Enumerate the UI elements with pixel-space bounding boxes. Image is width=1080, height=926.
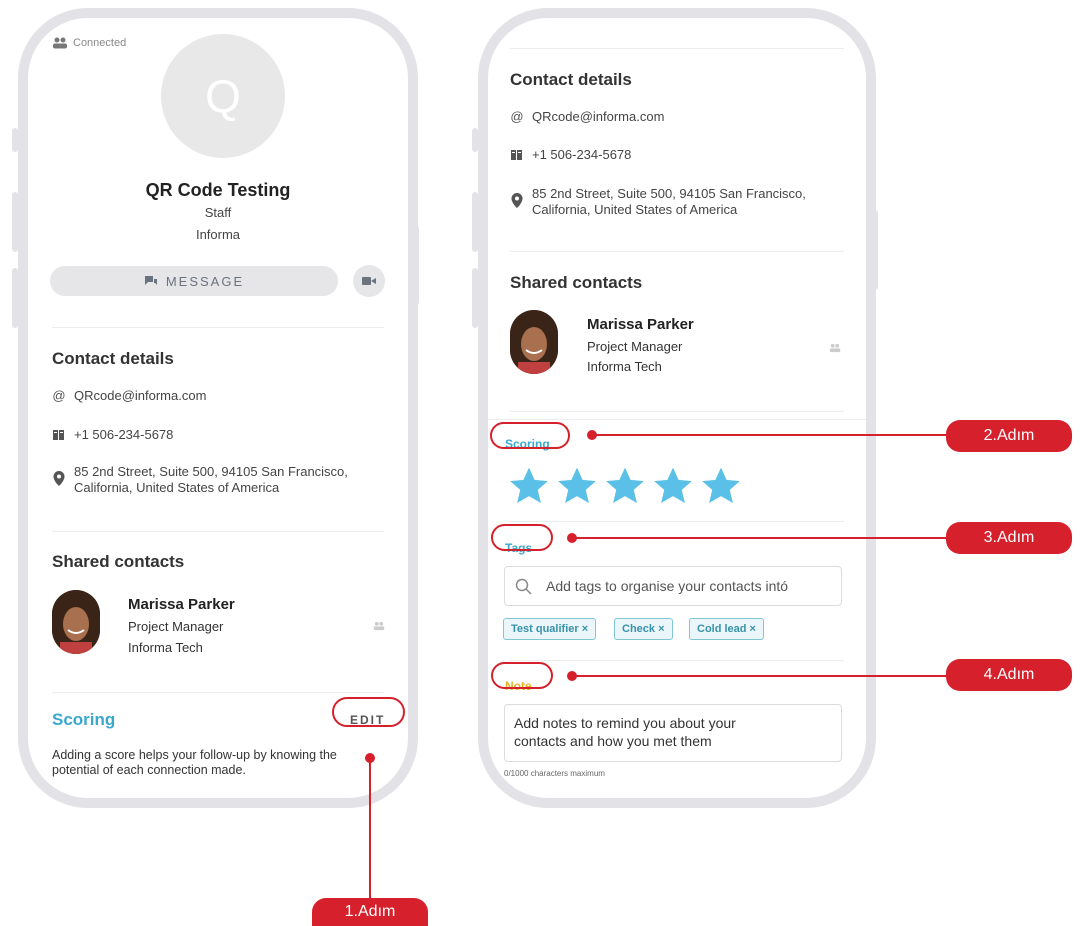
star-icon[interactable] [508,465,550,507]
shared-contact-photo[interactable] [510,310,558,374]
contact-address-line1: 85 2nd Street, Suite 500, 94105 San Fran… [74,464,348,479]
people-icon [52,36,68,50]
shared-contact-title: Project Manager [128,619,224,634]
divider [52,327,384,328]
tag-chip[interactable]: Cold lead × [689,618,764,640]
divider [510,251,844,252]
video-call-button[interactable] [353,265,385,297]
connection-status: Connected [73,37,127,49]
tags-search-input[interactable]: Add tags to organise your contacts intó [504,566,842,606]
shared-contact-title: Project Manager [587,339,683,354]
contact-address-line2: California, United States of America [74,480,280,495]
shared-contact-company: Informa Tech [587,359,662,374]
divider [510,411,844,412]
tags-highlight [491,524,553,551]
note-highlight [491,662,553,689]
divider [510,660,844,661]
star-icon[interactable] [652,465,694,507]
step3-connector [572,537,952,539]
avatar-initial: Q [205,70,241,122]
video-icon [362,276,376,286]
message-button[interactable]: MESSAGE [50,266,338,296]
step2-connector [592,434,952,436]
divider [52,692,384,693]
contact-email[interactable]: QRcode@informa.com [532,109,664,125]
star-rating[interactable] [508,465,758,507]
left-phone-frame: Connected Q QR Code Testing Staff Inform… [18,8,418,808]
tag-chip[interactable]: Check × [614,618,673,640]
search-icon [515,578,532,600]
profile-company: Informa [195,227,241,242]
scoring-highlight [490,422,570,449]
shared-contact-photo[interactable] [52,590,100,654]
phone-icon [52,428,66,442]
divider [510,48,844,49]
people-icon[interactable] [372,620,386,632]
scoring-title: Scoring [52,710,116,729]
scoring-description-line2: potential of each connection made. [52,763,246,777]
note-placeholder-line1: Add notes to remind you about your [514,715,736,731]
contact-phone[interactable]: +1 506-234-5678 [532,147,631,163]
step3-badge: 3.Adım [946,522,1072,554]
shared-contact-company: Informa Tech [128,640,203,655]
location-pin-icon [510,192,524,208]
shared-contacts-title: Shared contacts [510,273,643,292]
star-icon[interactable] [604,465,646,507]
contact-address-line1: 85 2nd Street, Suite 500, 94105 San Fran… [532,186,806,201]
tags-placeholder: Add tags to organise your contacts intó [546,578,789,594]
edit-highlight [332,697,405,727]
message-icon [144,275,158,288]
contact-email[interactable]: QRcode@informa.com [74,388,206,404]
star-icon[interactable] [700,465,742,507]
shared-contact-name[interactable]: Marissa Parker [128,596,235,613]
profile-role: Staff [204,205,232,220]
divider [510,521,844,522]
at-icon: @ [510,108,524,124]
profile-name: QR Code Testing [145,180,291,200]
step1-connector [369,758,371,900]
step2-badge: 2.Adım [946,420,1072,452]
at-icon: @ [52,387,66,403]
contact-address-line2: California, United States of America [532,202,738,217]
phone-icon [510,148,524,162]
contact-phone[interactable]: +1 506-234-5678 [74,427,173,443]
note-textarea[interactable]: Add notes to remind you about your conta… [504,704,842,762]
divider [488,419,866,420]
message-button-label: MESSAGE [165,273,245,289]
char-limit: 0/1000 characters maximum [504,769,605,778]
note-placeholder-line2: contacts and how you met them [514,733,712,749]
contact-details-title: Contact details [510,70,632,89]
shared-contact-name[interactable]: Marissa Parker [587,316,694,333]
avatar: Q [161,34,285,158]
shared-contacts-title: Shared contacts [52,552,185,571]
people-icon[interactable] [828,342,842,354]
step1-badge: 1.Adım [312,898,428,926]
location-pin-icon [52,470,66,486]
contact-details-title: Contact details [52,349,174,368]
tag-chip[interactable]: Test qualifier × [503,618,597,640]
step4-badge: 4.Adım [946,659,1072,691]
star-icon[interactable] [556,465,598,507]
divider [52,531,384,532]
scoring-description-line1: Adding a score helps your follow-up by k… [52,748,337,762]
step4-connector [572,675,952,677]
